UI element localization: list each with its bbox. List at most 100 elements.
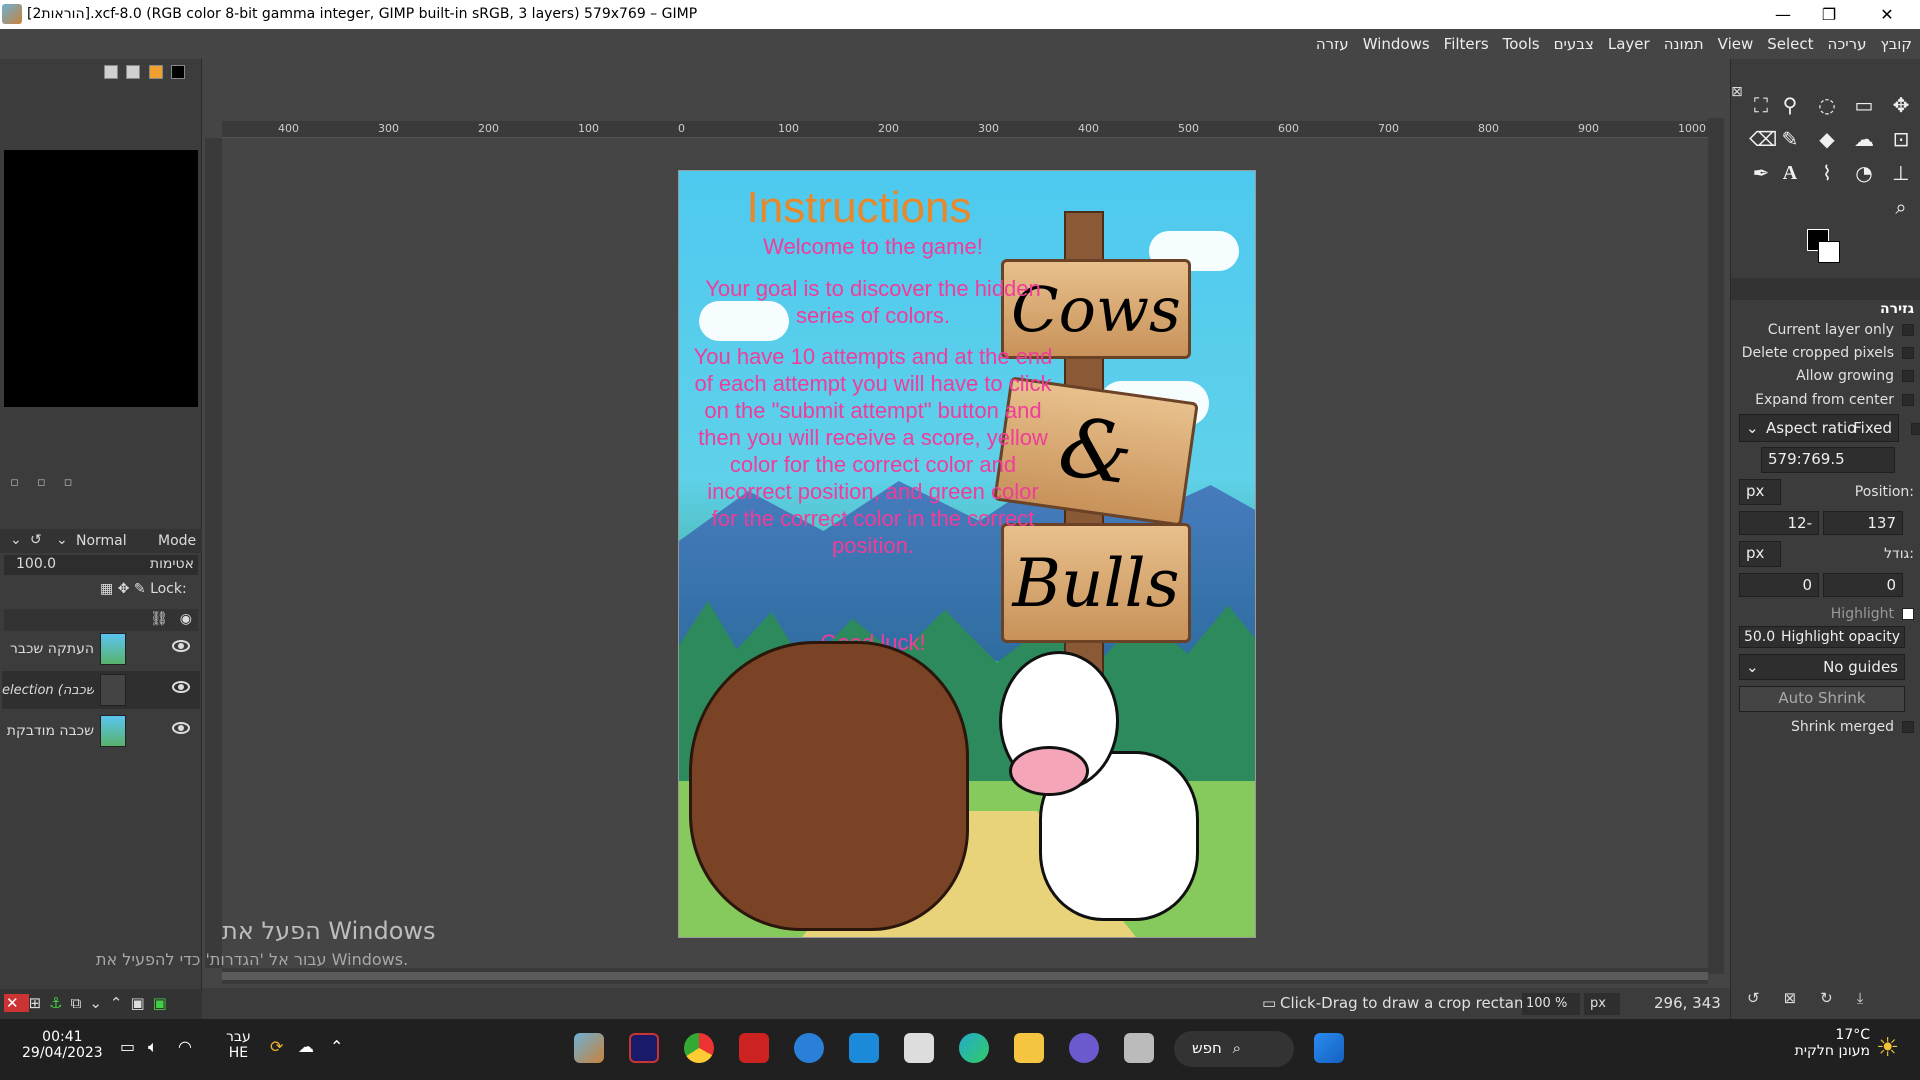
store-taskbar-icon[interactable] bbox=[904, 1033, 934, 1063]
checkbox[interactable] bbox=[1902, 608, 1914, 620]
myhp-taskbar-icon[interactable] bbox=[849, 1033, 879, 1063]
clock[interactable]: 00:41 29/04/2023 bbox=[22, 1029, 103, 1061]
lower-layer-icon[interactable]: ⌄ bbox=[89, 994, 110, 1012]
layer-name[interactable]: election (העתקה שכבה bbox=[2, 683, 94, 698]
visibility-header-icon[interactable]: ◉ bbox=[180, 611, 192, 627]
tab-images[interactable] bbox=[104, 65, 118, 79]
zoom-tool-icon[interactable]: ⌕ bbox=[1889, 195, 1913, 219]
new-image-icon[interactable]: ▫ bbox=[10, 475, 37, 490]
lock-position-icon[interactable]: ✥ bbox=[118, 581, 130, 597]
rect-select-icon[interactable]: ▭ bbox=[1852, 93, 1876, 117]
zoom-select[interactable]: 100 % bbox=[1522, 993, 1580, 1015]
chrome-taskbar-icon[interactable] bbox=[684, 1033, 714, 1063]
crop-tool-icon[interactable]: ⛶ bbox=[1749, 93, 1773, 117]
aspect-checkbox[interactable] bbox=[1911, 423, 1920, 435]
expand-center-option[interactable]: Expand from center bbox=[1738, 392, 1914, 408]
chain-icon[interactable]: ⛓ bbox=[150, 611, 168, 627]
layer-row[interactable]: העתקה שכבר bbox=[2, 630, 200, 668]
aspect-mode[interactable]: Fixed bbox=[1853, 419, 1892, 437]
bucket-fill-icon[interactable]: ◆ bbox=[1815, 127, 1839, 151]
layer-name[interactable]: העתקה שכבר bbox=[2, 641, 94, 657]
restore-options-icon[interactable]: ↻ bbox=[1820, 989, 1857, 1007]
reset-options-icon[interactable]: ⤓ bbox=[1857, 989, 1888, 1007]
anchor-icon[interactable]: ⚓ bbox=[49, 994, 70, 1012]
weather-widget[interactable]: 17°C מעונן חלקית bbox=[1774, 1027, 1870, 1059]
move-tool-icon[interactable]: ✥ bbox=[1889, 93, 1913, 117]
menu-view[interactable]: View bbox=[1718, 35, 1754, 53]
start-button[interactable] bbox=[1314, 1033, 1344, 1063]
tab-colors[interactable] bbox=[148, 65, 163, 79]
menu-select[interactable]: Select bbox=[1767, 35, 1813, 53]
layer-name[interactable]: שכבה מודבקת bbox=[2, 723, 94, 739]
guides-value[interactable]: No guides bbox=[1823, 658, 1898, 676]
checkbox[interactable] bbox=[1902, 721, 1914, 733]
clone-tool-icon[interactable]: ⊥ bbox=[1889, 161, 1913, 185]
minimize-button[interactable]: — bbox=[1760, 0, 1806, 29]
warp-tool-icon[interactable]: ◔ bbox=[1852, 161, 1876, 185]
paths-tool-icon[interactable]: ⌇ bbox=[1815, 161, 1839, 185]
vertical-ruler[interactable] bbox=[205, 138, 222, 968]
new-layer-icon[interactable]: ▣ bbox=[153, 994, 175, 1012]
mode-chevron-icon[interactable]: ⌄ bbox=[56, 532, 68, 548]
delete-image-icon[interactable]: ▫ bbox=[64, 475, 91, 490]
size-width-input[interactable]: 0 bbox=[1739, 573, 1819, 597]
highlight-opacity-value[interactable]: 50.0 bbox=[1744, 629, 1775, 645]
edge-taskbar-icon[interactable] bbox=[959, 1033, 989, 1063]
menu-help[interactable]: עזרה bbox=[1316, 35, 1349, 53]
eye-icon[interactable] bbox=[172, 722, 190, 734]
eraser-icon[interactable]: ⌫ bbox=[1749, 127, 1777, 151]
scroll-thumb[interactable] bbox=[222, 972, 1708, 980]
mcafee-taskbar-icon[interactable] bbox=[739, 1033, 769, 1063]
delete-layer-icon[interactable]: ✕ bbox=[4, 994, 29, 1012]
chat-taskbar-icon[interactable] bbox=[1069, 1033, 1099, 1063]
chevron-up-icon[interactable]: ⌃ bbox=[330, 1037, 343, 1056]
menu-edit[interactable]: עריכה bbox=[1828, 35, 1867, 53]
new-group-icon[interactable]: ▣ bbox=[130, 994, 152, 1012]
taskview-taskbar-icon[interactable] bbox=[1124, 1033, 1154, 1063]
fuzzy-select-icon[interactable]: ⚲ bbox=[1778, 93, 1802, 117]
delete-options-icon[interactable]: ⊠ bbox=[1784, 989, 1821, 1007]
menu-file[interactable]: קובץ bbox=[1881, 35, 1913, 53]
battery-icon[interactable]: ▭ bbox=[120, 1037, 135, 1056]
close-button[interactable]: ✕ bbox=[1864, 0, 1910, 29]
aspect-ratio-row[interactable]: ⌄ Aspect ratio Fixed bbox=[1739, 414, 1899, 442]
paintbrush-icon[interactable]: ✎ bbox=[1778, 127, 1802, 151]
edit-image-icon[interactable]: ▫ bbox=[37, 475, 64, 490]
opacity-field[interactable]: 100.0 אטימות bbox=[4, 555, 198, 575]
horizontal-ruler[interactable]: 400 300 200 100 0 100 200 300 400 500 60… bbox=[222, 121, 1722, 138]
smudge-icon[interactable]: ☁ bbox=[1852, 127, 1876, 151]
new-layer-group-icon[interactable]: ⊞ bbox=[29, 994, 50, 1012]
lock-pixels-icon[interactable]: ✎ bbox=[134, 581, 146, 597]
right-ruler[interactable] bbox=[1708, 118, 1724, 974]
lock-alpha-icon[interactable]: ▦ bbox=[100, 581, 113, 597]
duplicate-icon[interactable]: ⧉ bbox=[71, 994, 90, 1012]
wifi-icon[interactable]: ◠ bbox=[178, 1037, 192, 1056]
gimp-taskbar-icon[interactable] bbox=[574, 1033, 604, 1063]
background-color[interactable] bbox=[1818, 241, 1840, 263]
checkbox[interactable] bbox=[1902, 324, 1914, 336]
chevron-down-icon[interactable]: ⌄ bbox=[10, 532, 22, 548]
unit-select[interactable]: px bbox=[1584, 993, 1620, 1015]
layer-row[interactable]: election (העתקה שכבה bbox=[2, 671, 200, 709]
free-select-icon[interactable]: ◌ bbox=[1815, 93, 1839, 117]
reset-icon[interactable]: ↺ bbox=[30, 532, 42, 548]
text-tool-icon[interactable]: A bbox=[1778, 161, 1802, 185]
guides-select[interactable]: ⌄ No guides bbox=[1739, 654, 1905, 680]
allow-growing-option[interactable]: Allow growing bbox=[1738, 368, 1914, 384]
menu-windows[interactable]: Windows bbox=[1363, 35, 1430, 53]
checkbox[interactable] bbox=[1902, 370, 1914, 382]
checkbox[interactable] bbox=[1902, 347, 1914, 359]
chevron-down-icon[interactable]: ⌄ bbox=[1746, 658, 1759, 676]
eye-icon[interactable] bbox=[172, 640, 190, 652]
horizontal-scrollbar[interactable] bbox=[222, 968, 1708, 984]
volume-icon[interactable]: 🔈︎ bbox=[148, 1037, 158, 1057]
save-options-icon[interactable]: ↺ bbox=[1747, 989, 1784, 1007]
tab-fonts[interactable] bbox=[126, 65, 141, 79]
size-height-input[interactable]: 0 bbox=[1823, 573, 1903, 597]
transform-icon[interactable]: ⊡ bbox=[1889, 127, 1913, 151]
checkbox[interactable] bbox=[1902, 394, 1914, 406]
position-x-input[interactable]: 12- bbox=[1739, 511, 1819, 535]
current-layer-only-option[interactable]: Current layer only bbox=[1738, 322, 1914, 338]
mode-select[interactable]: Normal bbox=[76, 533, 127, 549]
menu-image[interactable]: תמונה bbox=[1664, 35, 1704, 53]
